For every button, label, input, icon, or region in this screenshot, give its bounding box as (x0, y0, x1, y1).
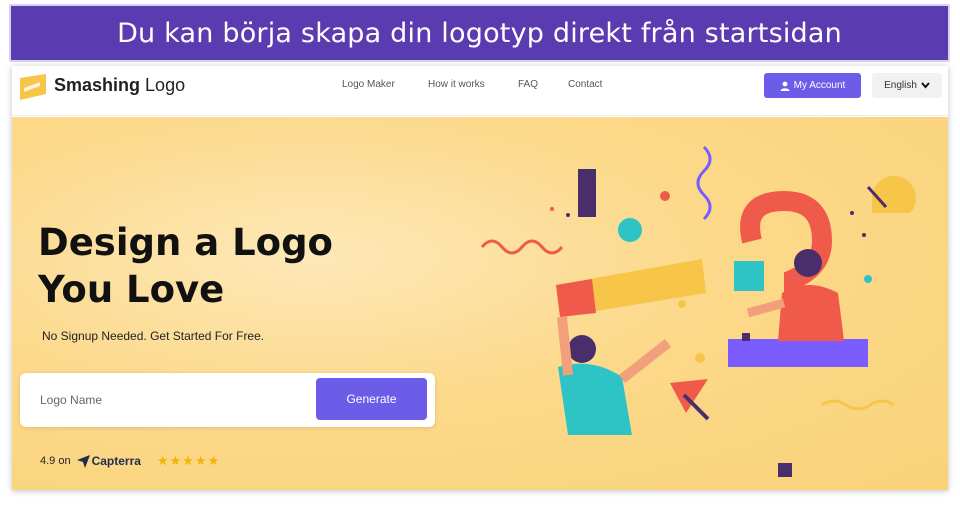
browser-viewport: Smashing Logo Logo Maker How it works FA… (12, 66, 948, 490)
hero-section: Design a Logo You Love No Signup Needed.… (12, 117, 948, 490)
language-label: English (884, 80, 917, 91)
capterra-label: Capterra (91, 454, 141, 468)
nav-logo-maker[interactable]: Logo Maker (342, 79, 395, 90)
brand-name-bold: Smashing (54, 75, 141, 95)
caption-text: Du kan börja skapa din logotyp direkt fr… (117, 17, 842, 49)
hero-illustration (480, 145, 916, 477)
generate-button[interactable]: Generate (316, 378, 427, 420)
language-select[interactable]: English (872, 73, 942, 98)
brand-name[interactable]: Smashing Logo (54, 75, 185, 96)
caption-banner: Du kan börja skapa din logotyp direkt fr… (9, 4, 950, 62)
capterra-arrow-icon (76, 454, 90, 468)
rating-value: 4.9 on (40, 455, 71, 467)
hero-headline-line-2: You Love (38, 268, 225, 311)
nav-contact[interactable]: Contact (568, 79, 602, 90)
logo-name-form: Generate (20, 373, 435, 427)
brand-name-light: Logo (145, 75, 186, 95)
top-navbar: Smashing Logo Logo Maker How it works FA… (12, 66, 948, 116)
hero-subheadline: No Signup Needed. Get Started For Free. (42, 329, 265, 343)
my-account-button[interactable]: My Account (764, 73, 861, 98)
capterra-brand[interactable]: Capterra (76, 454, 141, 468)
hero-headline: Design a Logo You Love (38, 219, 378, 313)
rating-row: 4.9 on Capterra ★★★★★ (40, 453, 220, 469)
hero-headline-line-1: Design a Logo (38, 221, 333, 264)
star-rating: ★★★★★ (156, 453, 221, 468)
logo-name-input[interactable] (30, 383, 310, 417)
nav-faq[interactable]: FAQ (518, 79, 538, 90)
caret-down-icon (921, 82, 930, 89)
smashing-logo-icon[interactable] (20, 74, 46, 100)
my-account-label: My Account (793, 80, 846, 91)
user-icon (780, 81, 790, 91)
nav-how-it-works[interactable]: How it works (428, 79, 485, 90)
